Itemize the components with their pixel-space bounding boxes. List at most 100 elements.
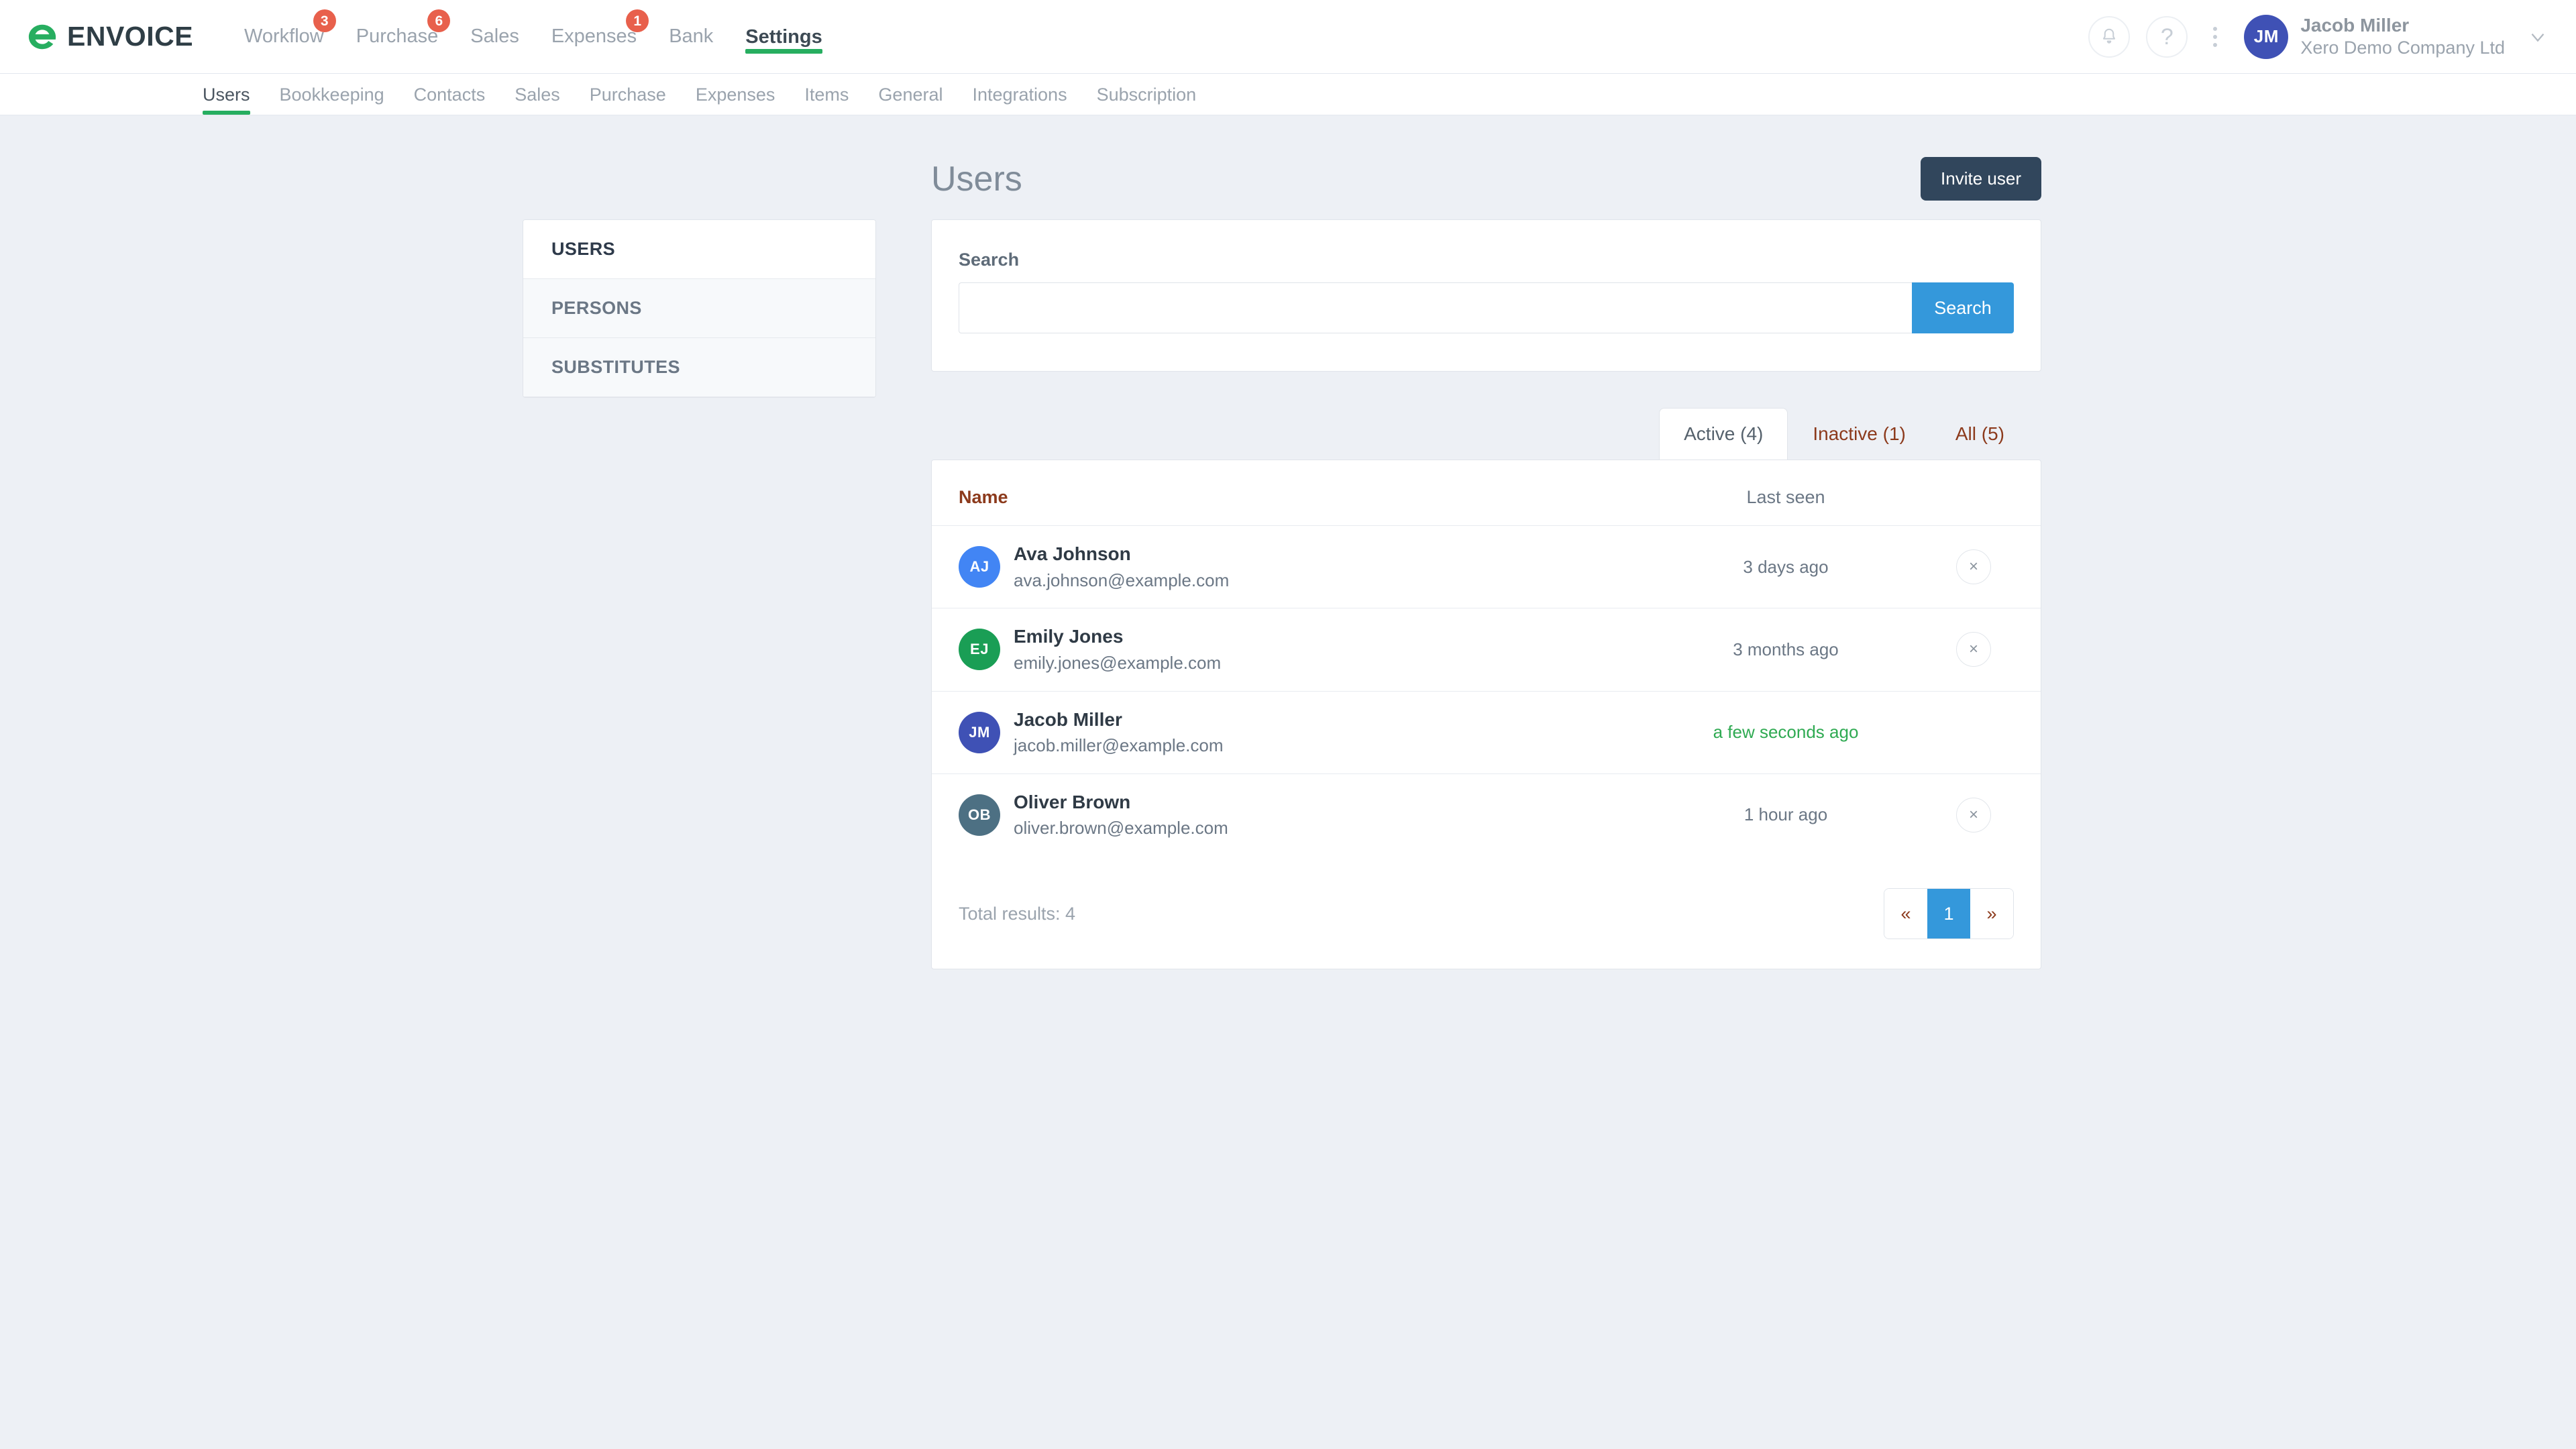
- total-results: Total results: 4: [959, 903, 1076, 924]
- logo-text: ENVOICE: [67, 21, 194, 52]
- nav-label: Sales: [470, 25, 519, 47]
- main-column: Search Search Active (4) Inactive (1) Al…: [931, 219, 2041, 970]
- nav-item-workflow[interactable]: Workflow 3: [228, 9, 340, 53]
- nav-label: Settings: [745, 26, 822, 48]
- account-menu[interactable]: JM Jacob Miller Xero Demo Company Ltd: [2244, 13, 2549, 60]
- nav-label: Workflow: [244, 25, 324, 47]
- search-panel: Search Search: [931, 219, 2041, 372]
- pagination-page-1[interactable]: 1: [1927, 889, 1970, 939]
- account-labels: Jacob Miller Xero Demo Company Ltd: [2300, 13, 2505, 60]
- subnav-item-contacts[interactable]: Contacts: [399, 85, 500, 115]
- nav-label: Purchase: [356, 25, 439, 47]
- users-table-card: Name Last seen AJ Ava Johnson ava.johnso…: [931, 460, 2041, 970]
- user-identity: Emily Jones emily.jones@example.com: [1014, 623, 1221, 676]
- envoice-e-icon: [28, 24, 56, 49]
- avatar: AJ: [959, 546, 1000, 588]
- search-input[interactable]: [959, 282, 1912, 333]
- user-last-seen: 3 months ago: [1733, 639, 1839, 659]
- page-layout: USERS PERSONS SUBSTITUTES Search Search …: [0, 219, 2576, 970]
- user-email: emily.jones@example.com: [1014, 652, 1222, 673]
- pagination: « 1 »: [1884, 888, 2014, 940]
- top-bar: ENVOICE Workflow 3 Purchase 6 Sales Expe…: [0, 0, 2576, 74]
- remove-user-button[interactable]: ×: [1956, 632, 1991, 667]
- subnav-item-items[interactable]: Items: [790, 85, 863, 115]
- kebab-dot: [2213, 42, 2218, 47]
- user-identity: Ava Johnson ava.johnson@example.com: [1014, 541, 1229, 593]
- account-organization: Xero Demo Company Ltd: [2300, 38, 2505, 58]
- nav-item-settings[interactable]: Settings: [729, 21, 838, 54]
- nav-item-expenses[interactable]: Expenses 1: [535, 9, 653, 53]
- remove-user-button[interactable]: ×: [1956, 549, 1991, 585]
- subnav-item-expenses[interactable]: Expenses: [681, 85, 790, 115]
- nav-badge-expenses: 1: [626, 9, 649, 32]
- column-header-name[interactable]: Name: [959, 487, 1008, 508]
- tab-inactive[interactable]: Inactive (1): [1788, 408, 1931, 460]
- pagination-first[interactable]: «: [1884, 889, 1927, 939]
- tab-all[interactable]: All (5): [1931, 408, 2029, 460]
- chevron-down-icon: [2531, 33, 2544, 42]
- row-actions: ×: [1933, 549, 2014, 585]
- table-footer: Total results: 4 « 1 »: [932, 856, 2041, 940]
- account-avatar: JM: [2244, 14, 2289, 59]
- page-header: Users Invite user: [931, 115, 2041, 219]
- user-name: Emily Jones: [1014, 626, 1124, 647]
- search-button[interactable]: Search: [1912, 282, 2014, 333]
- kebab-dot: [2213, 26, 2218, 31]
- sidebar-item-persons[interactable]: PERSONS: [523, 279, 875, 338]
- search-row: Search: [959, 282, 2014, 333]
- table-row[interactable]: JM Jacob Miller jacob.miller@example.com…: [932, 690, 2041, 773]
- subnav-item-general[interactable]: General: [863, 85, 957, 115]
- user-email: jacob.miller@example.com: [1014, 735, 1224, 756]
- tab-active[interactable]: Active (4): [1659, 408, 1788, 460]
- main-navigation: Workflow 3 Purchase 6 Sales Expenses 1 B…: [228, 9, 839, 54]
- bell-icon: [2103, 28, 2116, 44]
- avatar: EJ: [959, 629, 1000, 671]
- column-header-last-seen: Last seen: [1746, 487, 1825, 507]
- subnav-item-integrations[interactable]: Integrations: [957, 85, 1081, 115]
- avatar: OB: [959, 794, 1000, 836]
- subnav-item-subscription[interactable]: Subscription: [1082, 85, 1212, 115]
- nav-badge-purchase: 6: [427, 9, 451, 32]
- app-logo[interactable]: ENVOICE: [27, 21, 193, 52]
- page-title: Users: [931, 159, 1022, 199]
- page-content: Users Invite user USERS PERSONS SUBSTITU…: [0, 115, 2576, 970]
- user-last-seen: 1 hour ago: [1743, 804, 1828, 825]
- nav-item-bank[interactable]: Bank: [653, 20, 729, 53]
- account-name: Jacob Miller: [2300, 15, 2410, 36]
- table-header: Name Last seen: [932, 460, 2041, 525]
- sidebar-item-users[interactable]: USERS: [523, 220, 875, 279]
- more-options-button[interactable]: [2204, 16, 2226, 58]
- sidebar-item-substitutes[interactable]: SUBSTITUTES: [523, 338, 875, 397]
- table-row[interactable]: EJ Emily Jones emily.jones@example.com 3…: [932, 608, 2041, 690]
- avatar: JM: [959, 711, 1000, 753]
- nav-badge-workflow: 3: [313, 9, 336, 32]
- table-row[interactable]: OB Oliver Brown oliver.brown@example.com…: [932, 773, 2041, 856]
- nav-label: Expenses: [551, 25, 637, 47]
- question-mark-icon: ?: [2160, 23, 2174, 50]
- subnav-item-users[interactable]: Users: [188, 85, 265, 115]
- user-name: Ava Johnson: [1014, 543, 1131, 564]
- subnav-item-bookkeeping[interactable]: Bookkeeping: [265, 85, 399, 115]
- row-actions: ×: [1933, 797, 2014, 833]
- subnav-item-sales[interactable]: Sales: [500, 85, 575, 115]
- user-name: Jacob Miller: [1014, 708, 1122, 730]
- nav-label: Bank: [669, 25, 714, 47]
- kebab-dot: [2213, 34, 2218, 39]
- nav-item-sales[interactable]: Sales: [454, 20, 535, 53]
- settings-side-menu: USERS PERSONS SUBSTITUTES: [523, 219, 876, 398]
- pagination-last[interactable]: »: [1970, 889, 2013, 939]
- user-identity: Jacob Miller jacob.miller@example.com: [1014, 706, 1224, 759]
- user-email: ava.johnson@example.com: [1014, 570, 1230, 590]
- notifications-button[interactable]: [2088, 15, 2131, 58]
- help-button[interactable]: ?: [2146, 15, 2188, 58]
- subnav-item-purchase[interactable]: Purchase: [575, 85, 681, 115]
- table-row[interactable]: AJ Ava Johnson ava.johnson@example.com 3…: [932, 525, 2041, 608]
- remove-user-button[interactable]: ×: [1956, 797, 1991, 833]
- user-name: Oliver Brown: [1014, 791, 1131, 812]
- settings-subnav: Users Bookkeeping Contacts Sales Purchas…: [0, 74, 2576, 115]
- user-last-seen: 3 days ago: [1743, 556, 1829, 577]
- invite-user-button[interactable]: Invite user: [1921, 157, 2041, 201]
- nav-item-purchase[interactable]: Purchase 6: [340, 9, 455, 53]
- search-label: Search: [959, 250, 1020, 270]
- user-email: oliver.brown@example.com: [1014, 818, 1228, 839]
